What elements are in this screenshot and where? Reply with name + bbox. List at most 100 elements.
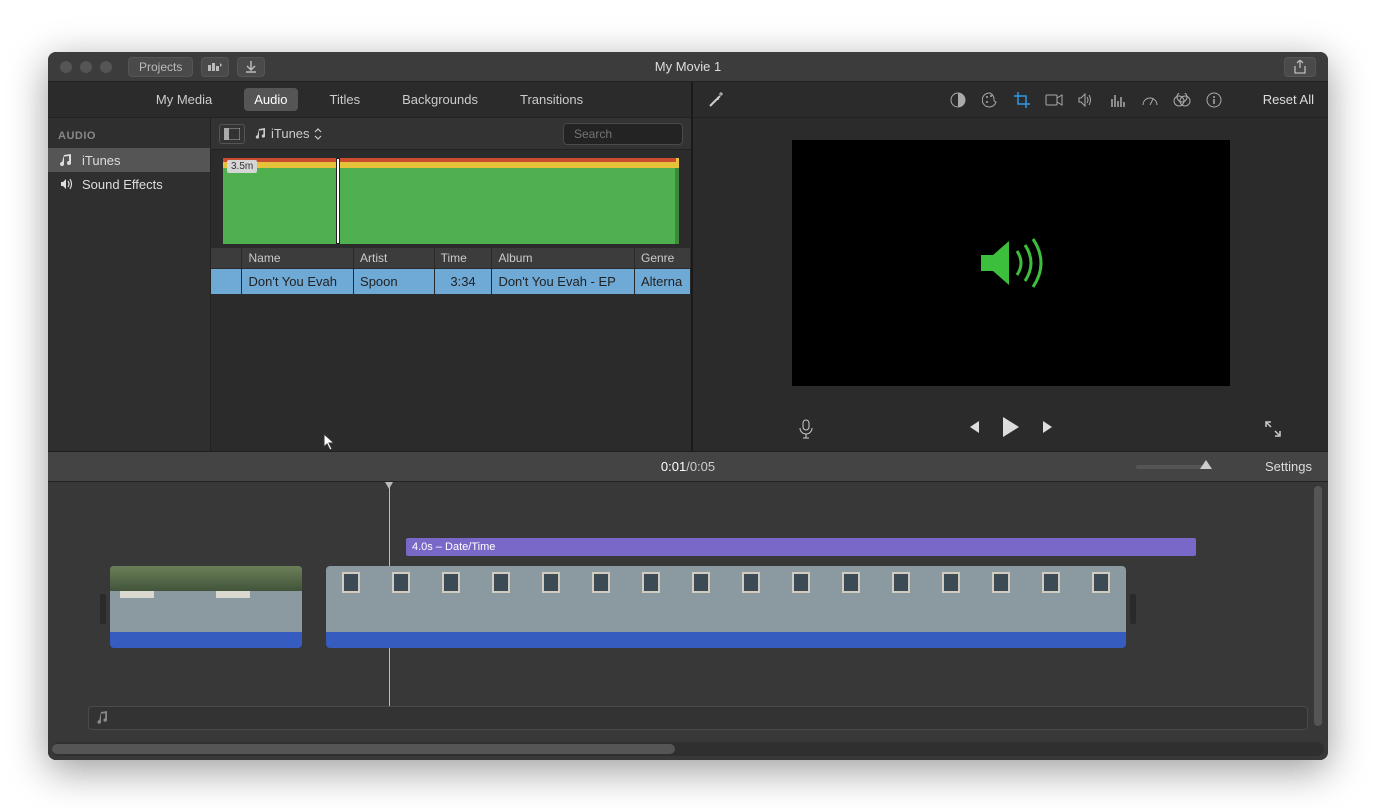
total-time: 0:05 xyxy=(690,459,715,474)
noise-reduction-button[interactable] xyxy=(1109,91,1127,109)
crop-button[interactable] xyxy=(1013,91,1031,109)
cell-artist: Spoon xyxy=(354,269,435,295)
title-overlay-clip[interactable]: 4.0s – Date/Time xyxy=(406,538,1196,556)
search-box[interactable] xyxy=(563,123,683,145)
tab-backgrounds[interactable]: Backgrounds xyxy=(392,88,488,111)
upper-pane: My Media Audio Titles Backgrounds Transi… xyxy=(48,82,1328,452)
music-note-icon xyxy=(255,128,267,140)
clip-thumbnail xyxy=(676,566,726,632)
color-correction-button[interactable] xyxy=(981,91,999,109)
expand-icon xyxy=(1265,421,1281,437)
import-media-button[interactable] xyxy=(201,57,229,77)
clip-thumbnail xyxy=(476,566,526,632)
audio-waveform-preview[interactable]: 3.5m xyxy=(211,150,691,248)
sound-waves-icon xyxy=(58,176,74,192)
equalizer-icon xyxy=(1110,93,1126,107)
play-button[interactable] xyxy=(1001,416,1021,443)
filters-button[interactable] xyxy=(1173,91,1191,109)
media-browser: My Media Audio Titles Backgrounds Transi… xyxy=(48,82,693,451)
traffic-lights xyxy=(60,61,112,73)
column-play[interactable] xyxy=(211,248,242,269)
current-time: 0:01 xyxy=(661,459,686,474)
prev-frame-button[interactable] xyxy=(965,419,981,440)
background-audio-track[interactable] xyxy=(88,706,1308,730)
clip-thumbnail xyxy=(976,566,1026,632)
tab-titles[interactable]: Titles xyxy=(320,88,371,111)
clip-thumbnail xyxy=(376,566,426,632)
zoom-slider[interactable] xyxy=(1136,465,1208,469)
sidebar-item-itunes[interactable]: iTunes xyxy=(48,148,210,172)
clip-thumbnail xyxy=(1076,566,1126,632)
browser-content: iTunes 3.5m xyxy=(211,118,691,451)
app-window: Projects My Movie 1 My Media Audio Title… xyxy=(48,52,1328,760)
camera-icon xyxy=(1045,93,1063,107)
volume-icon xyxy=(1078,93,1094,107)
source-dropdown[interactable]: iTunes xyxy=(255,126,322,141)
tab-audio[interactable]: Audio xyxy=(244,88,297,111)
enhance-button[interactable] xyxy=(707,91,725,109)
zoom-window-button[interactable] xyxy=(100,61,112,73)
infobar: 0:01 / 0:05 Settings xyxy=(48,452,1328,482)
column-artist[interactable]: Artist xyxy=(354,248,435,269)
sidebar-item-sound-effects[interactable]: Sound Effects xyxy=(48,172,210,196)
clip-thumbnail xyxy=(726,566,776,632)
close-window-button[interactable] xyxy=(60,61,72,73)
column-album[interactable]: Album xyxy=(492,248,635,269)
download-button[interactable] xyxy=(237,57,265,77)
clip-thumbnail xyxy=(1026,566,1076,632)
clip-audio-waveform xyxy=(110,632,302,648)
tab-transitions[interactable]: Transitions xyxy=(510,88,593,111)
share-button[interactable] xyxy=(1284,57,1316,77)
tab-my-media[interactable]: My Media xyxy=(146,88,222,111)
next-frame-button[interactable] xyxy=(1041,419,1057,440)
sidebar-toggle-button[interactable] xyxy=(219,124,245,144)
projects-button[interactable]: Projects xyxy=(128,57,193,77)
chevron-updown-icon xyxy=(314,128,322,140)
adjust-toolbar: Reset All xyxy=(693,82,1328,118)
volume-button[interactable] xyxy=(1077,91,1095,109)
clip-handle[interactable] xyxy=(100,594,106,624)
browser-tabs: My Media Audio Titles Backgrounds Transi… xyxy=(48,82,691,118)
clip-thumbnail xyxy=(576,566,626,632)
column-genre[interactable]: Genre xyxy=(634,248,690,269)
horizontal-scrollbar[interactable] xyxy=(52,742,1324,756)
clip-thumbnail xyxy=(526,566,576,632)
voiceover-button[interactable] xyxy=(797,420,815,438)
share-icon xyxy=(1294,60,1306,74)
table-row[interactable]: Don't You Evah Spoon 3:34 Don't You Evah… xyxy=(211,269,691,295)
settings-button[interactable]: Settings xyxy=(1265,459,1312,474)
clip-thumbnail xyxy=(206,566,302,632)
viewer-canvas[interactable] xyxy=(792,140,1230,386)
timeline[interactable]: 4.0s – Date/Time xyxy=(48,482,1328,760)
cell-genre: Alterna xyxy=(634,269,690,295)
music-note-icon xyxy=(97,711,109,725)
sidebar-item-label: iTunes xyxy=(82,153,121,168)
speaker-icon xyxy=(971,233,1051,293)
speed-button[interactable] xyxy=(1141,91,1159,109)
info-button[interactable] xyxy=(1205,91,1223,109)
video-clip-2[interactable] xyxy=(326,566,1126,648)
clip-thumbnail xyxy=(626,566,676,632)
waveform-playhead[interactable] xyxy=(336,158,340,244)
transport-controls xyxy=(693,407,1328,451)
vertical-scrollbar[interactable] xyxy=(1310,486,1324,740)
clip-audio-waveform xyxy=(326,632,1126,648)
video-clip-1[interactable] xyxy=(110,566,302,648)
minimize-window-button[interactable] xyxy=(80,61,92,73)
scrollbar-thumb[interactable] xyxy=(52,744,675,754)
crop-icon xyxy=(1014,92,1030,108)
reset-all-button[interactable]: Reset All xyxy=(1263,92,1314,107)
sidebar-header: AUDIO xyxy=(48,126,210,148)
zoom-thumb[interactable] xyxy=(1200,460,1212,469)
column-time[interactable]: Time xyxy=(434,248,492,269)
fullscreen-button[interactable] xyxy=(1264,420,1282,438)
clip-handle[interactable] xyxy=(1130,594,1136,624)
scrollbar-thumb[interactable] xyxy=(1314,486,1322,726)
stabilization-button[interactable] xyxy=(1045,91,1063,109)
color-balance-button[interactable] xyxy=(949,91,967,109)
titlebar: Projects My Movie 1 xyxy=(48,52,1328,82)
cell-album: Don't You Evah - EP xyxy=(492,269,635,295)
mouse-cursor xyxy=(323,433,337,451)
column-name[interactable]: Name xyxy=(242,248,354,269)
source-name: iTunes xyxy=(271,126,310,141)
